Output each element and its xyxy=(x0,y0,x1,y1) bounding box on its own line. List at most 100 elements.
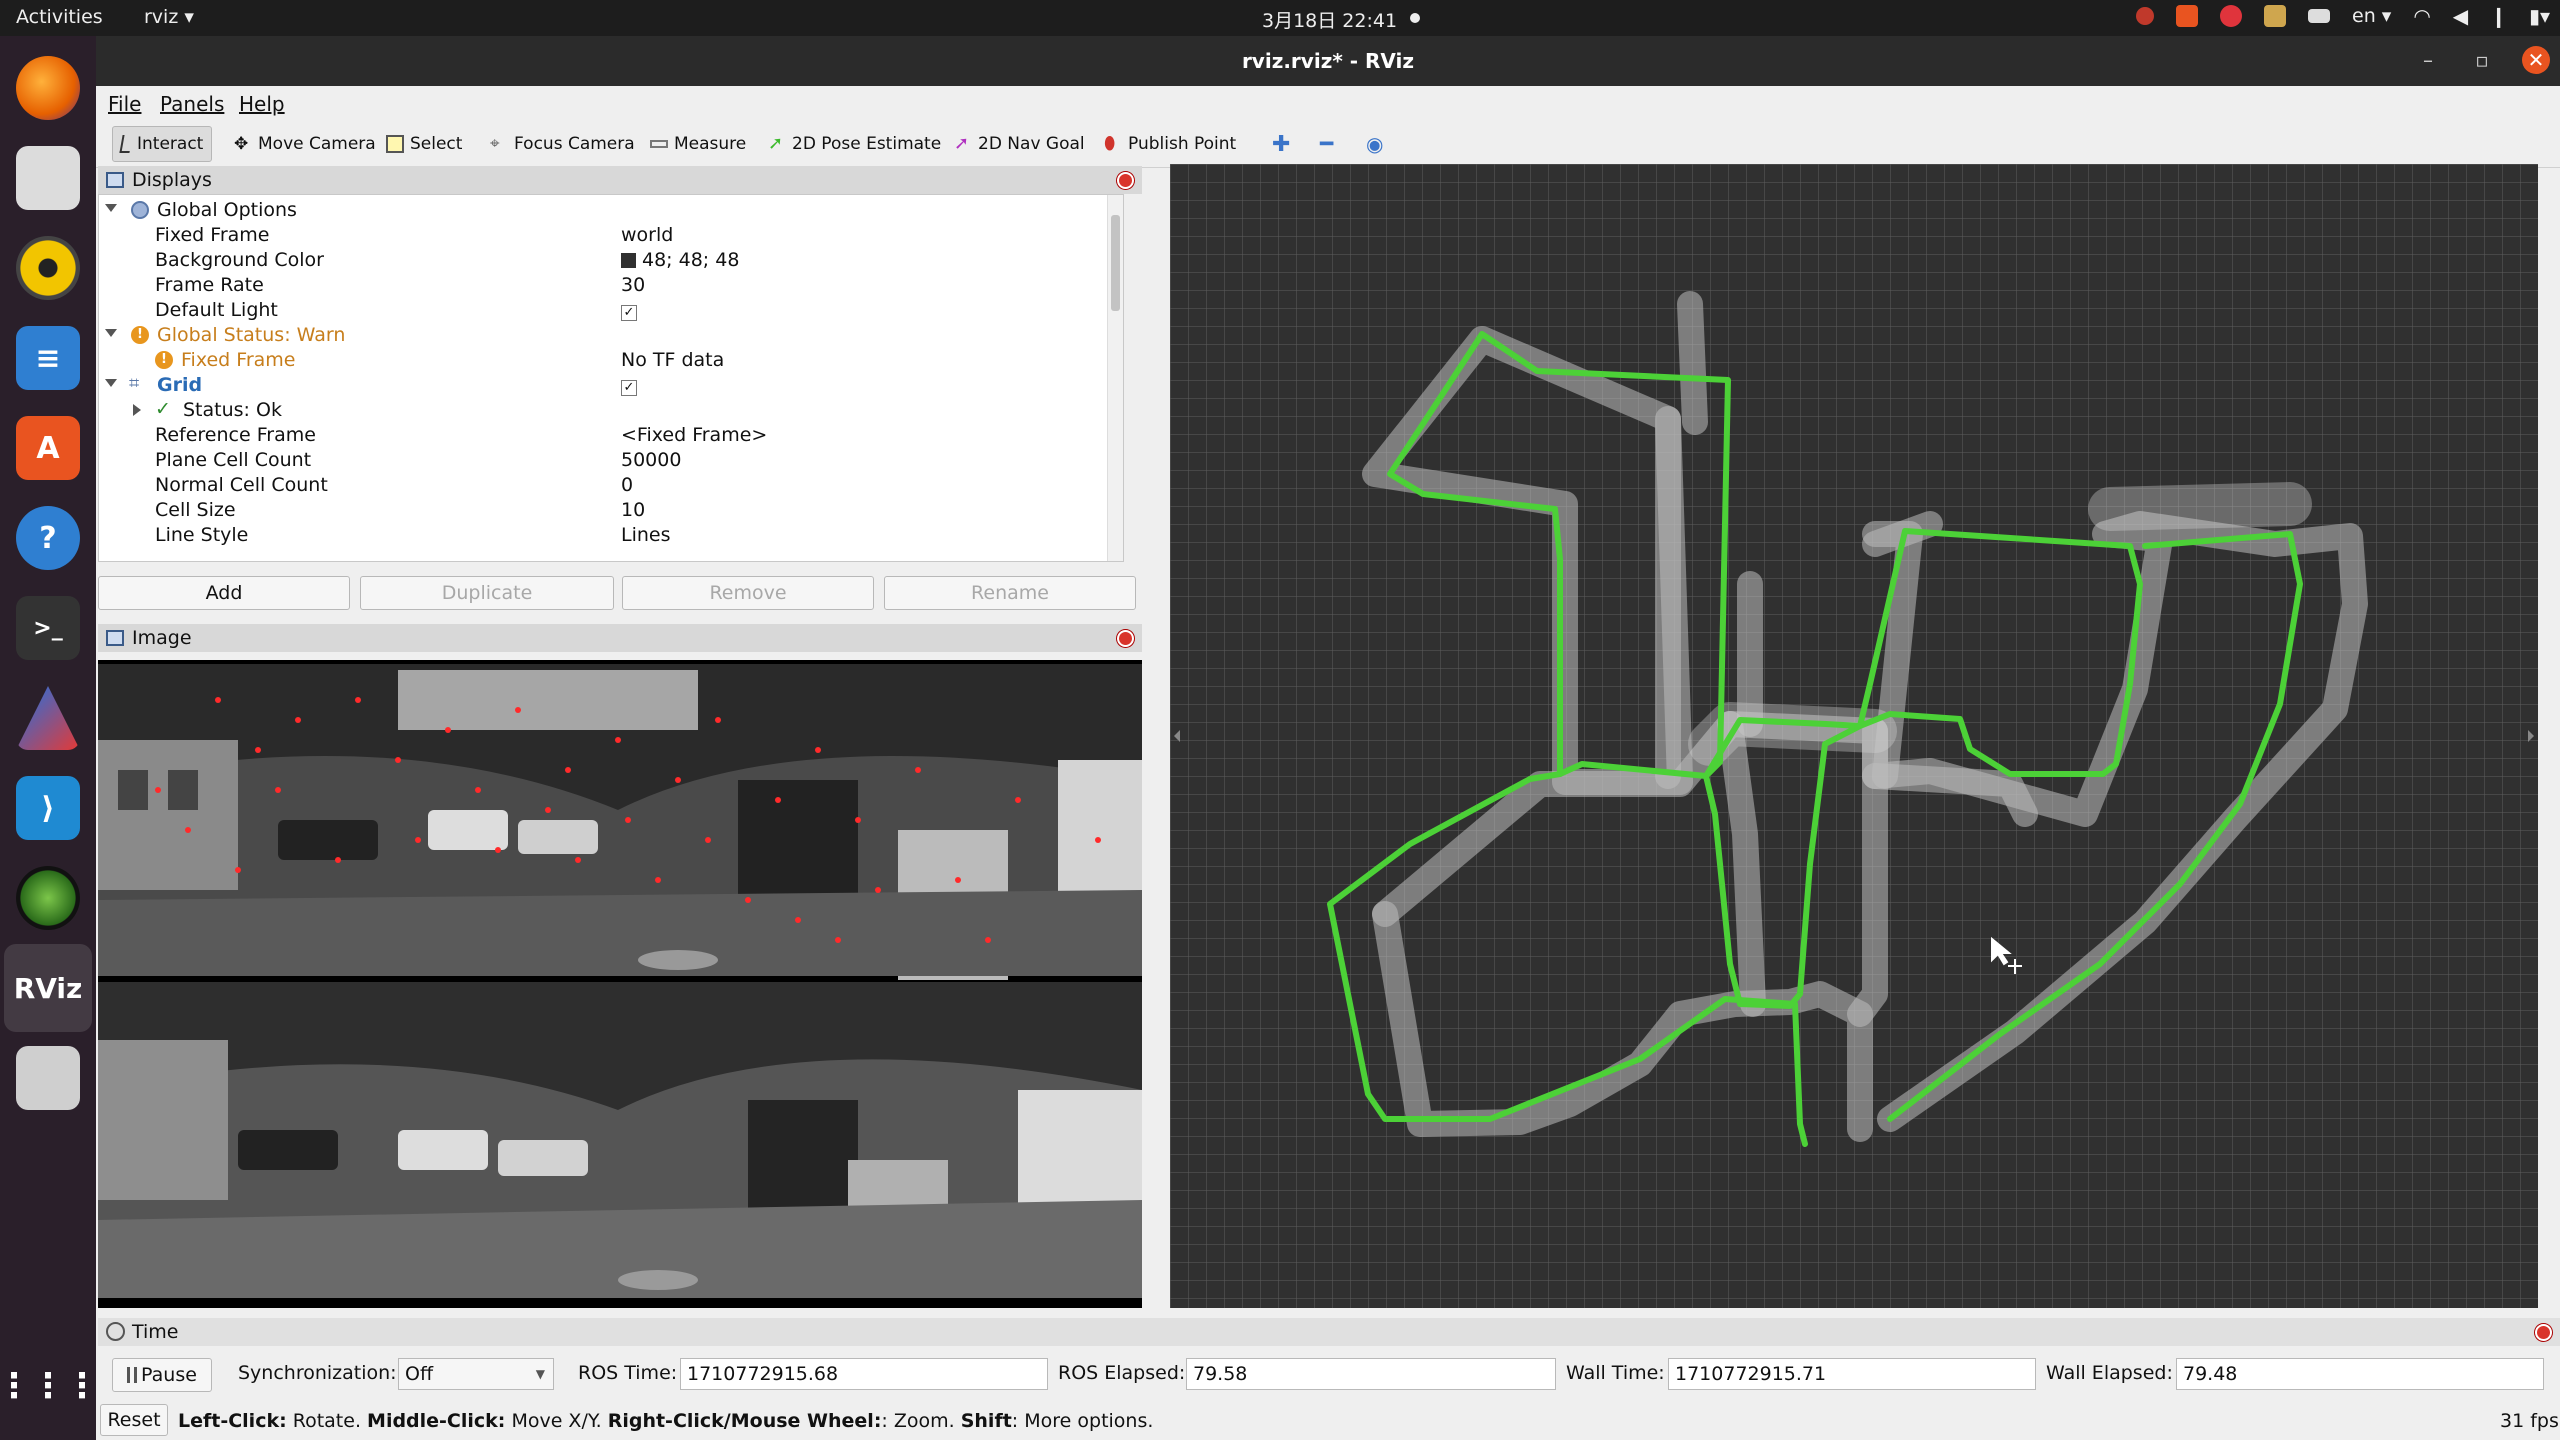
select-tool[interactable]: Select xyxy=(378,126,470,162)
pause-button[interactable]: Pause xyxy=(112,1358,212,1392)
menu-help[interactable]: Help xyxy=(239,92,285,116)
tree-value[interactable]: ✓ xyxy=(621,374,637,396)
focus-camera-icon: ⌖ xyxy=(490,134,500,154)
tree-row-reference-frame[interactable]: Reference Frame <Fixed Frame> xyxy=(99,423,1107,448)
color-swatch xyxy=(621,253,636,268)
tree-row-fixed-frame[interactable]: Fixed Frame world xyxy=(99,223,1107,248)
map-render[interactable] xyxy=(1170,164,2538,1308)
vscode-icon[interactable]: ⟩ xyxy=(16,776,80,840)
close-window-icon[interactable]: ✕ xyxy=(2522,46,2550,74)
writer-icon[interactable]: ≡ xyxy=(16,326,80,390)
tree-key: Status: Ok xyxy=(183,399,282,421)
remove-display-button[interactable]: Remove xyxy=(622,576,874,610)
tree-value[interactable]: 50000 xyxy=(621,449,681,471)
tree-row-frame-rate[interactable]: Frame Rate 30 xyxy=(99,273,1107,298)
tree-row-plane-cell-count[interactable]: Plane Cell Count 50000 xyxy=(99,448,1107,473)
tree-value[interactable]: 10 xyxy=(621,499,645,521)
block-icon[interactable] xyxy=(2220,5,2243,27)
tree-row-status-fixed-frame[interactable]: ! Fixed Frame No TF data xyxy=(99,348,1107,373)
app-indicator-icon[interactable] xyxy=(2176,5,2199,27)
view-options-button[interactable]: ◉ xyxy=(1358,126,1391,162)
tree-row-cell-size[interactable]: Cell Size 10 xyxy=(99,498,1107,523)
system-tray: en ▾ ◠ ◀ ❙ ▮▾ xyxy=(2136,4,2550,28)
displays-title: Displays xyxy=(132,169,212,191)
focus-camera-tool[interactable]: ⌖ Focus Camera xyxy=(482,126,643,162)
ros-elapsed-field[interactable]: 79.58 xyxy=(1186,1358,1556,1390)
interact-tool[interactable]: Interact xyxy=(112,126,213,162)
sync-select[interactable]: Off ▼ xyxy=(398,1358,554,1390)
tree-value[interactable]: 48; 48; 48 xyxy=(621,249,739,271)
reset-button[interactable]: Reset xyxy=(100,1404,168,1436)
expand-arrow-icon[interactable] xyxy=(105,379,117,387)
clock[interactable]: 3月18日 22:41 xyxy=(1262,6,1397,33)
restore-icon[interactable]: ▫ xyxy=(2468,46,2496,74)
move-camera-tool[interactable]: ✥ Move Camera xyxy=(226,126,384,162)
blender-like-icon[interactable] xyxy=(16,686,80,750)
software-center-icon[interactable]: A xyxy=(16,416,80,480)
tree-row-line-style[interactable]: Line Style Lines xyxy=(99,523,1107,548)
activities-button[interactable]: Activities xyxy=(16,6,103,28)
record-icon[interactable] xyxy=(2136,7,2155,25)
close-displays-icon[interactable] xyxy=(1117,172,1134,189)
tree-value[interactable]: world xyxy=(621,224,673,246)
tree-value[interactable]: Lines xyxy=(621,524,671,546)
close-time-icon[interactable] xyxy=(2535,1324,2552,1341)
tree-key: Default Light xyxy=(155,299,278,321)
tree-value[interactable]: ✓ xyxy=(621,299,637,321)
nav-goal-tool[interactable]: ➚ 2D Nav Goal xyxy=(946,126,1093,162)
help-icon[interactable]: ? xyxy=(16,506,80,570)
checkbox[interactable]: ✓ xyxy=(621,380,637,396)
rviz-icon[interactable]: RViz xyxy=(14,956,83,1020)
files-icon[interactable] xyxy=(16,146,80,210)
microphone-icon[interactable]: ❙ xyxy=(2490,4,2507,28)
remove-tool-button[interactable]: ━ xyxy=(1312,126,1341,162)
tree-row-global-options[interactable]: Global Options xyxy=(99,198,1107,223)
tree-row-global-status[interactable]: ! Global Status: Warn xyxy=(99,323,1107,348)
scrollbar-thumb[interactable] xyxy=(1111,215,1120,311)
terminal-icon[interactable]: >_ xyxy=(16,596,80,660)
tree-value[interactable]: <Fixed Frame> xyxy=(621,424,767,446)
tree-row-grid-status[interactable]: ✓ Status: Ok xyxy=(99,398,1107,423)
expand-arrow-icon[interactable] xyxy=(105,204,117,212)
show-apps-icon[interactable]: ⋮⋮⋮ xyxy=(0,1354,99,1418)
rhythmbox-icon[interactable] xyxy=(16,236,80,300)
language-indicator[interactable]: en ▾ xyxy=(2352,5,2391,27)
checkbox[interactable]: ✓ xyxy=(621,305,637,321)
volume-icon[interactable]: ◀ xyxy=(2453,4,2468,28)
wifi-icon[interactable]: ◠ xyxy=(2413,4,2430,28)
collapsed-arrow-icon[interactable] xyxy=(133,404,141,416)
publish-point-tool[interactable]: ⬮ Publish Point xyxy=(1096,126,1244,162)
displays-panel-header: Displays xyxy=(98,166,1142,194)
firefox-icon[interactable] xyxy=(16,56,80,120)
3d-render-viewport[interactable] xyxy=(1170,164,2538,1308)
tree-value[interactable]: 30 xyxy=(621,274,645,296)
menu-panels[interactable]: Panels xyxy=(160,92,224,116)
wall-elapsed-field[interactable]: 79.48 xyxy=(2176,1358,2544,1390)
pose-estimate-tool[interactable]: ➚ 2D Pose Estimate xyxy=(760,126,949,162)
sync-value: Off xyxy=(405,1363,434,1385)
tree-row-background-color[interactable]: Background Color 48; 48; 48 xyxy=(99,248,1107,273)
expand-arrow-icon[interactable] xyxy=(105,329,117,337)
measure-tool[interactable]: Measure xyxy=(642,126,754,162)
tree-row-default-light[interactable]: Default Light ✓ xyxy=(99,298,1107,323)
battery-icon[interactable]: ▮▾ xyxy=(2529,4,2550,28)
wall-time-field[interactable]: 1710772915.71 xyxy=(1668,1358,2036,1390)
tree-row-normal-cell-count[interactable]: Normal Cell Count 0 xyxy=(99,473,1107,498)
displays-scrollbar[interactable] xyxy=(1107,195,1123,561)
add-tool-button[interactable]: ✚ xyxy=(1264,126,1298,162)
add-display-button[interactable]: Add xyxy=(98,576,350,610)
rename-display-button[interactable]: Rename xyxy=(884,576,1136,610)
menu-file[interactable]: File xyxy=(108,92,141,116)
tree-value[interactable]: 0 xyxy=(621,474,633,496)
tree-row-grid[interactable]: ⌗ Grid ✓ xyxy=(99,373,1107,398)
duplicate-display-button[interactable]: Duplicate xyxy=(360,576,614,610)
app-menu[interactable]: rviz ▾ xyxy=(144,6,194,28)
keyboard-icon[interactable] xyxy=(2308,9,2331,23)
tree-key: Grid xyxy=(157,374,203,396)
globe-app-icon[interactable] xyxy=(16,866,80,930)
cat-icon[interactable] xyxy=(2264,5,2287,27)
ros-time-field[interactable]: 1710772915.68 xyxy=(680,1358,1048,1390)
close-image-icon[interactable] xyxy=(1117,630,1134,647)
sd-card-icon[interactable] xyxy=(16,1046,80,1110)
minimize-icon[interactable]: – xyxy=(2414,46,2442,74)
